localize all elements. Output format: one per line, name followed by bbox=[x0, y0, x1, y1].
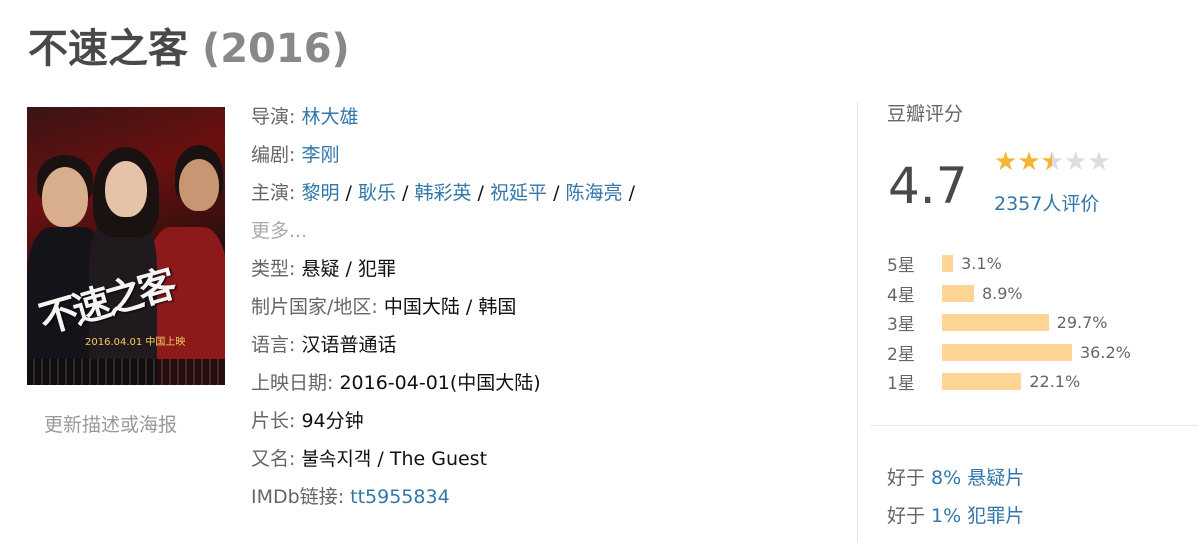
info-imdb: IMDb链接: tt5955834 bbox=[251, 479, 751, 517]
cast-separator: / bbox=[345, 182, 352, 204]
rating-dist-percent: 3.1% bbox=[961, 254, 1002, 274]
rating-dist-bar bbox=[942, 343, 1072, 361]
rating-dist-label: 3星 bbox=[887, 315, 915, 336]
info-runtime: 片长: 94分钟 bbox=[251, 403, 751, 441]
info-cast-more: 更多... bbox=[251, 213, 751, 251]
star-icon: ★ bbox=[1063, 147, 1088, 177]
cast-separator: / bbox=[477, 182, 484, 204]
director-label: 导演: bbox=[251, 106, 296, 128]
movie-name: 不速之客 bbox=[28, 26, 188, 72]
info-writer: 编剧: 李刚 bbox=[251, 137, 751, 175]
info-language: 语言: 汉语普通话 bbox=[251, 327, 751, 365]
poster-figure-left-face bbox=[42, 167, 88, 227]
rating-dist-percent: 22.1% bbox=[1029, 372, 1081, 392]
rating-stars: ★★★ ★★ bbox=[994, 149, 1111, 175]
runtime-label: 片长: bbox=[251, 410, 296, 432]
star-icon: ★ bbox=[1087, 147, 1111, 177]
star-icon: ★ bbox=[1017, 147, 1041, 177]
rating-dist-percent: 29.7% bbox=[1056, 313, 1108, 333]
country-label: 制片国家/地区: bbox=[251, 296, 378, 318]
imdb-link[interactable]: tt5955834 bbox=[350, 486, 450, 508]
rating-score: 4.7 bbox=[888, 157, 968, 215]
country-value: 中国大陆 / 韩国 bbox=[383, 296, 517, 318]
info-country: 制片国家/地区: 中国大陆 / 韩国 bbox=[251, 289, 751, 327]
rating-section: 豆瓣评分 4.7 ★★★★★ 2357人评价 bbox=[887, 99, 1187, 215]
rating-dist-row: 1星 22.1% bbox=[887, 367, 1131, 397]
cast-label: 主演: bbox=[251, 182, 296, 204]
rating-dist-label: 5星 bbox=[887, 256, 915, 277]
better-than-section: 好于 8% 悬疑片 好于 1% 犯罪片 bbox=[887, 463, 1024, 539]
star-icon: ★ bbox=[1041, 149, 1064, 175]
better-than-row: 好于 1% 犯罪片 bbox=[887, 501, 1024, 539]
writer-label: 编剧: bbox=[251, 144, 296, 166]
movie-info: 导演: 林大雄 编剧: 李刚 主演: 黎明 / 耿乐 / 韩彩英 / 祝延平 /… bbox=[251, 99, 751, 517]
cast-separator: / bbox=[628, 182, 635, 204]
rating-dist-percent: 8.9% bbox=[981, 283, 1023, 303]
movie-year: (2016) bbox=[201, 26, 350, 72]
info-director: 导演: 林大雄 bbox=[251, 99, 751, 137]
better-than-genre-link[interactable]: 悬疑片 bbox=[967, 467, 1024, 489]
rating-dist-label: 2星 bbox=[887, 344, 915, 365]
poster-date-text: 2016.04.01 中国上映 bbox=[85, 337, 186, 348]
cast-link[interactable]: 韩彩英 bbox=[414, 182, 471, 204]
genre-separator: / bbox=[345, 258, 352, 280]
better-than-prefix: 好于 bbox=[887, 505, 932, 527]
cast-more-link[interactable]: 更多... bbox=[251, 220, 307, 242]
language-label: 语言: bbox=[251, 334, 296, 356]
rating-dist-label: 4星 bbox=[887, 285, 915, 306]
rating-dist-row: 3星 29.7% bbox=[887, 308, 1131, 338]
imdb-label: IMDb链接: bbox=[251, 486, 345, 508]
genre-label: 类型: bbox=[251, 258, 296, 280]
runtime-value: 94分钟 bbox=[301, 410, 364, 432]
poster-figure-right-face bbox=[179, 159, 219, 211]
update-poster-link[interactable]: 更新描述或海报 bbox=[44, 410, 177, 437]
rating-distribution: 5星 3.1% 4星 8.9% 3星 29.7% 2星 36.2% 1星 22.1% bbox=[887, 249, 1131, 397]
aka-value: 불속지객 / The Guest bbox=[301, 448, 488, 470]
info-genre: 类型: 悬疑 / 犯罪 bbox=[251, 251, 751, 289]
rating-dist-bar bbox=[942, 284, 974, 302]
aka-label: 又名: bbox=[251, 448, 296, 470]
section-divider bbox=[857, 102, 858, 542]
star-icon: ★ bbox=[994, 147, 1018, 177]
info-cast: 主演: 黎明 / 耿乐 / 韩彩英 / 祝延平 / 陈海亮 / bbox=[251, 175, 751, 213]
rating-dist-bar bbox=[942, 255, 954, 273]
cast-link[interactable]: 黎明 bbox=[301, 182, 339, 204]
page-title: 不速之客 (2016) bbox=[28, 16, 350, 74]
release-label: 上映日期: bbox=[251, 372, 334, 394]
rating-dist-label: 1星 bbox=[887, 374, 915, 395]
rating-votes-link[interactable]: 2357人评价 bbox=[994, 189, 1099, 216]
rating-dist-row: 5星 3.1% bbox=[887, 249, 1131, 279]
info-aka: 又名: 불속지객 / The Guest bbox=[251, 441, 751, 479]
rating-dist-percent: 36.2% bbox=[1080, 342, 1131, 362]
release-value: 2016-04-01(中国大陆) bbox=[339, 372, 541, 394]
rating-dist-row: 4星 8.9% bbox=[887, 279, 1131, 309]
rating-dist-bar bbox=[942, 373, 1022, 391]
rating-divider bbox=[870, 425, 1198, 426]
cast-link[interactable]: 耿乐 bbox=[358, 182, 396, 204]
poster-bottom-credits bbox=[27, 359, 225, 385]
better-than-percent: 1% bbox=[931, 505, 968, 527]
genre-value: 悬疑 bbox=[301, 258, 340, 280]
rating-header: 豆瓣评分 bbox=[887, 103, 964, 125]
cast-link[interactable]: 祝延平 bbox=[490, 182, 547, 204]
better-than-genre-link[interactable]: 犯罪片 bbox=[967, 505, 1024, 527]
better-than-row: 好于 8% 悬疑片 bbox=[887, 463, 1024, 501]
cast-link[interactable]: 陈海亮 bbox=[566, 182, 623, 204]
info-release: 上映日期: 2016-04-01(中国大陆) bbox=[251, 365, 751, 403]
rating-dist-bar bbox=[942, 314, 1049, 332]
director-link[interactable]: 林大雄 bbox=[301, 106, 358, 128]
cast-separator: / bbox=[402, 182, 409, 204]
rating-dist-row: 2星 36.2% bbox=[887, 338, 1131, 368]
better-than-percent: 8% bbox=[931, 467, 968, 489]
cast-separator: / bbox=[553, 182, 560, 204]
movie-poster[interactable]: 不速之客 2016.04.01 中国上映 bbox=[27, 107, 225, 385]
writer-link[interactable]: 李刚 bbox=[301, 144, 339, 166]
poster-figure-center-face bbox=[105, 161, 147, 217]
genre-value: 犯罪 bbox=[357, 258, 396, 280]
better-than-prefix: 好于 bbox=[887, 467, 932, 489]
language-value: 汉语普通话 bbox=[301, 334, 397, 356]
